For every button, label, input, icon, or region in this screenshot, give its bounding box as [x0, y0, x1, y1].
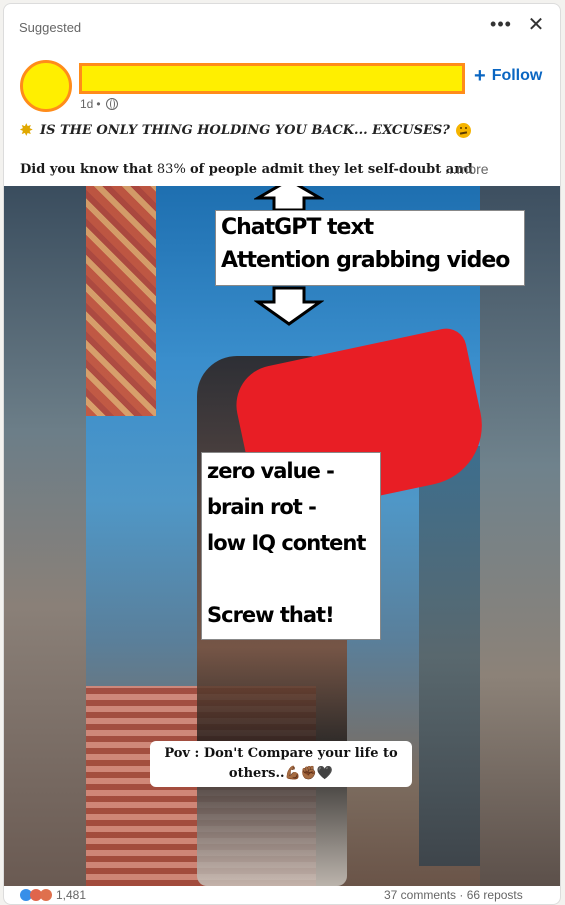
annotation-line: Attention grabbing video — [221, 248, 510, 273]
annotation-box-middle: zero value - brain rot - low IQ content … — [201, 452, 381, 640]
body-prefix: Did you know that — [20, 162, 153, 177]
feed-post-card: Suggested ••• ✕ 1d • + Follow IS THE ONL… — [3, 3, 561, 905]
stats-separator: · — [459, 888, 464, 902]
avatar[interactable] — [20, 60, 72, 112]
video-blur-left — [4, 186, 86, 886]
see-more-link[interactable]: ...more — [445, 161, 489, 177]
love-reaction-icon — [40, 889, 52, 901]
author-name-redacted[interactable] — [79, 63, 465, 94]
reaction-count: 1,481 — [56, 888, 87, 902]
body-suffix: of people admit they let self-doubt and — [189, 162, 473, 177]
video-hanging-cloth — [86, 186, 156, 416]
caption-line-1: Pov : Don't Compare your life to — [164, 746, 398, 761]
annotation-line: ChatGPT text — [221, 215, 374, 240]
video-caption: Pov : Don't Compare your life to others.… — [150, 741, 412, 787]
close-icon[interactable]: ✕ — [524, 14, 548, 36]
suggested-label: Suggested — [19, 20, 82, 35]
annotation-line: zero value - — [207, 459, 335, 483]
body-number: 83% — [156, 162, 186, 177]
plus-icon: + — [474, 65, 486, 87]
ellipsis-icon[interactable]: ••• — [488, 14, 514, 36]
globe-icon — [105, 98, 118, 110]
video-shelf — [419, 446, 480, 866]
comments-count[interactable]: 37 comments — [384, 888, 456, 902]
post-time: 1d — [80, 97, 94, 111]
annotation-line: low IQ content — [207, 531, 366, 555]
caption-line-2-text: others.. — [228, 766, 285, 781]
post-meta: 1d • — [80, 97, 118, 111]
post-headline: IS THE ONLY THING HOLDING YOU BACK... EX… — [20, 121, 471, 139]
reposts-count[interactable]: 66 reposts — [467, 888, 523, 902]
annotation-line: Screw that! — [207, 603, 335, 627]
post-body: Did you know that 83% of people admit th… — [20, 162, 473, 177]
down-arrow-icon — [254, 286, 324, 326]
caption-line-2: others..💪🏾✊🏾🖤 — [150, 764, 412, 784]
follow-label: Follow — [491, 67, 543, 84]
annotation-line: brain rot - — [207, 495, 317, 519]
annotation-line — [207, 561, 380, 597]
post-stats: 37 comments · 66 reposts — [384, 888, 523, 902]
reactions-summary[interactable]: 1,481 — [20, 888, 86, 902]
sparkle-icon — [20, 121, 34, 139]
annotation-box-top: ChatGPT text Attention grabbing video — [215, 210, 525, 286]
follow-button[interactable]: + Follow — [474, 65, 543, 87]
video-blur-right — [480, 186, 560, 886]
caption-emojis: 💪🏾✊🏾🖤 — [284, 766, 334, 781]
up-arrow-icon — [254, 186, 324, 212]
meta-separator: • — [96, 97, 101, 111]
thinking-face-icon — [455, 123, 471, 138]
headline-text: IS THE ONLY THING HOLDING YOU BACK... EX… — [40, 123, 450, 138]
video-player[interactable]: ChatGPT text Attention grabbing video ze… — [4, 186, 560, 886]
